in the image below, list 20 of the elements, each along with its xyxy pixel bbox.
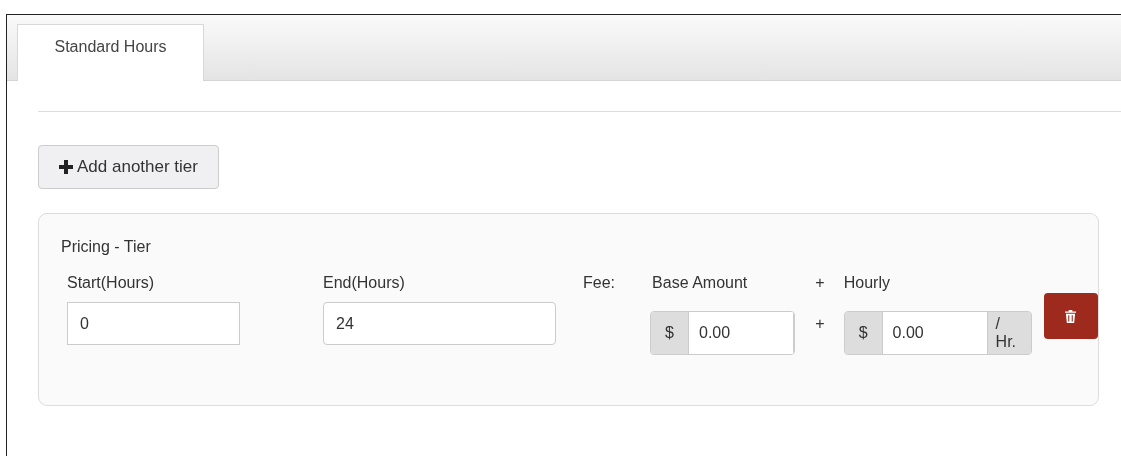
- plus-label: +: [815, 273, 825, 293]
- base-amount-label: Base Amount: [652, 273, 749, 293]
- end-label: End(Hours): [323, 273, 406, 293]
- start-label: Start(Hours): [67, 273, 156, 293]
- per-hour-addon: / Hr.: [987, 312, 1031, 354]
- plus-sign: +: [815, 315, 825, 333]
- hourly-rate-field[interactable]: 0.00: [881, 312, 988, 354]
- delete-button[interactable]: [1043, 293, 1098, 339]
- fee-label: Fee:: [583, 273, 616, 293]
- add-tier-button[interactable]: Add another tier: [38, 145, 219, 189]
- start-hours-field[interactable]: 0: [67, 302, 240, 345]
- tab[interactable]: Standard Hours: [17, 24, 204, 81]
- end-hours-field[interactable]: 24: [323, 302, 556, 345]
- currency-addon: $: [844, 312, 882, 354]
- plus-icon: [59, 160, 73, 174]
- tier-title: Pricing - Tier: [61, 238, 152, 256]
- currency-addon: $: [651, 312, 688, 354]
- hourly-label: Hourly: [843, 273, 891, 293]
- base-amount-field[interactable]: 0.00: [688, 312, 794, 354]
- trash-icon: [1065, 309, 1077, 323]
